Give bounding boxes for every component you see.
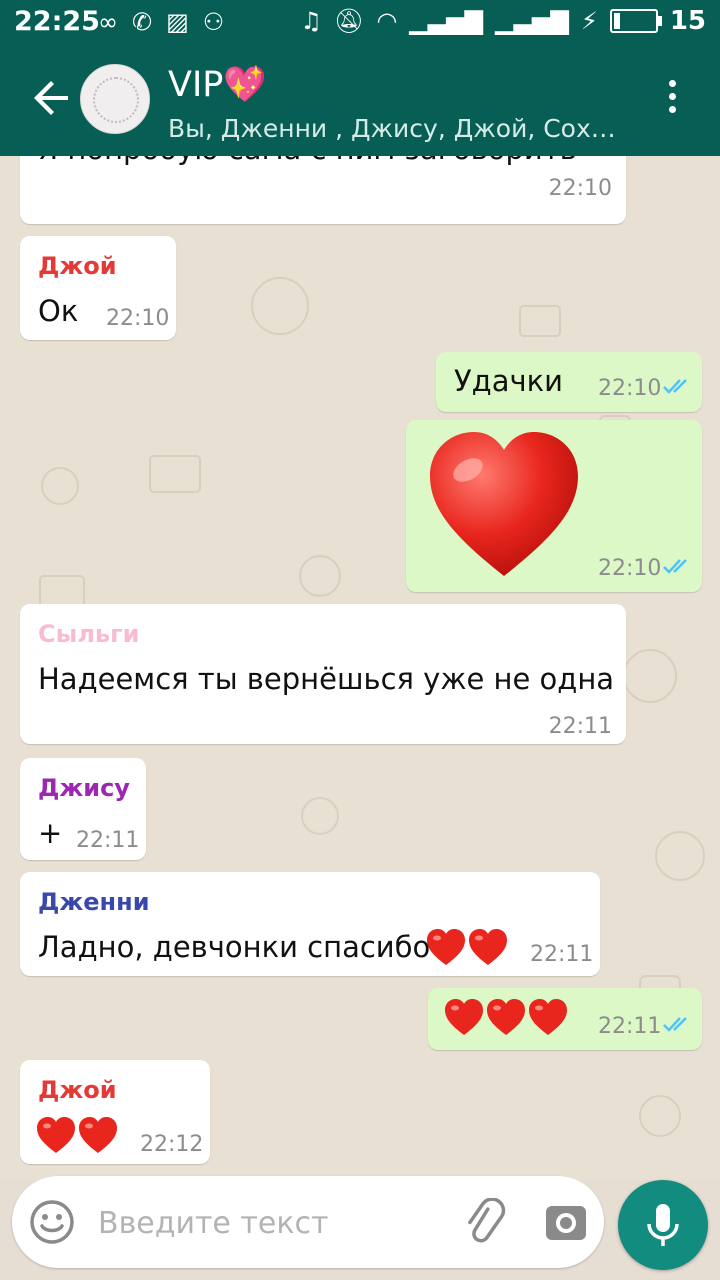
message-text: Надеемся ты вернёшься уже не одна (38, 662, 615, 696)
message-text: Ок (38, 294, 79, 328)
chat-title[interactable]: VIP💖 (168, 64, 267, 105)
chat-members[interactable]: Вы, Дженни , Джису, Джой, Сохен, С... (168, 114, 628, 143)
message-text: + (38, 816, 63, 850)
message-sender: Джой (38, 1076, 117, 1104)
sparkling-heart-icon: 💖 (223, 65, 267, 105)
message-bubble-incoming[interactable]: Джой Ок 22:10 (20, 236, 176, 340)
message-time: 22:11 (530, 942, 594, 967)
battery-icon (609, 9, 662, 33)
attach-icon[interactable] (460, 1198, 508, 1246)
heart-emojis (36, 1116, 118, 1154)
microphone-icon (647, 1204, 679, 1246)
double-check-icon (663, 379, 687, 394)
group-avatar[interactable] (80, 64, 150, 134)
heart-emoji (427, 929, 465, 965)
whatsapp-icon: ✆ (132, 8, 153, 36)
charging-icon: ⚡ (580, 7, 598, 35)
notification-icons: ∞ ✆ ▨ ⚇ (98, 8, 224, 36)
signal-icon: ▁▃▅▇ (409, 7, 484, 35)
message-sender: Джой (38, 252, 117, 280)
message-time: 22:11 (548, 714, 612, 739)
message-bubble-outgoing[interactable]: Удачки 22:10 (436, 352, 702, 412)
emoji-icon[interactable] (28, 1198, 76, 1246)
message-sender: Сыльги (38, 620, 140, 648)
status-right: ♫ 🔕︎ ◠ ▁▃▅▇ ▁▃▅▇ ⚡ 15 (300, 6, 706, 36)
message-sender: Джису (38, 774, 130, 802)
message-bubble-incoming[interactable]: Дженни Ладно, девчонки спасибо 22:11 (20, 872, 600, 976)
camera-icon[interactable] (542, 1198, 590, 1246)
message-time: 22:11 (76, 828, 140, 853)
heart-emoji (445, 999, 483, 1035)
heart-emoji (529, 999, 567, 1035)
message-bubble-incoming[interactable]: Джису + 22:11 (20, 758, 146, 860)
gallery-icon: ▨ (166, 8, 189, 36)
message-time: 22:10 (548, 176, 612, 201)
message-bubble-outgoing[interactable]: 22:11 (428, 988, 702, 1050)
chat-area[interactable]: Я попробую сама с ним заговорить 22:10 Д… (0, 156, 720, 1180)
heart-emoji (487, 999, 525, 1035)
more-menu-icon[interactable] (660, 80, 684, 120)
voice-record-button[interactable] (618, 1180, 708, 1270)
message-time: 22:11 (598, 1014, 662, 1039)
battery-percent: 15 (669, 6, 706, 36)
message-time: 22:10 (598, 556, 662, 581)
chat-header: VIP💖 Вы, Дженни , Джису, Джой, Сохен, С.… (0, 44, 720, 156)
status-bar: 22:25 ∞ ✆ ▨ ⚇ ♫ 🔕︎ ◠ ▁▃▅▇ ▁▃▅▇ ⚡ 15 (0, 0, 720, 44)
message-bubble-incoming[interactable]: Я попробую сама с ним заговорить 22:10 (20, 156, 626, 224)
double-check-icon (663, 1017, 687, 1032)
mute-icon: 🔕︎ (333, 7, 365, 35)
wifi-icon: ◠ (376, 7, 398, 35)
message-input[interactable] (96, 1198, 440, 1248)
status-time: 22:25 (14, 6, 100, 37)
message-text: Я попробую сама с ним заговорить (38, 156, 577, 166)
message-time: 22:10 (598, 376, 662, 401)
red-heart-emoji (430, 432, 578, 576)
message-input-bar (12, 1176, 604, 1268)
headset-icon: ♫ (300, 7, 322, 35)
message-bubble-incoming[interactable]: Джой 22:12 (20, 1060, 210, 1164)
heart-emojis (426, 928, 508, 966)
heart-emoji (79, 1117, 117, 1153)
heart-emoji (469, 929, 507, 965)
message-bubble-incoming[interactable]: Сыльги Надеемся ты вернёшься уже не одна… (20, 604, 626, 744)
message-time: 22:12 (140, 1132, 204, 1157)
back-arrow-icon[interactable] (30, 76, 74, 120)
double-check-icon (663, 559, 687, 574)
infinity-icon: ∞ (98, 8, 118, 36)
chat-title-text: VIP (168, 65, 224, 105)
message-bubble-outgoing[interactable]: 22:10 (406, 420, 702, 592)
message-time: 22:10 (106, 306, 170, 331)
message-text: Ладно, девчонки спасибо (38, 930, 431, 964)
message-sender: Дженни (38, 888, 150, 916)
message-text: Удачки (454, 364, 563, 398)
share-icon: ⚇ (202, 8, 225, 36)
signal-4g-icon: ▁▃▅▇ (495, 7, 569, 35)
heart-emojis (444, 998, 568, 1036)
heart-emoji (37, 1117, 75, 1153)
